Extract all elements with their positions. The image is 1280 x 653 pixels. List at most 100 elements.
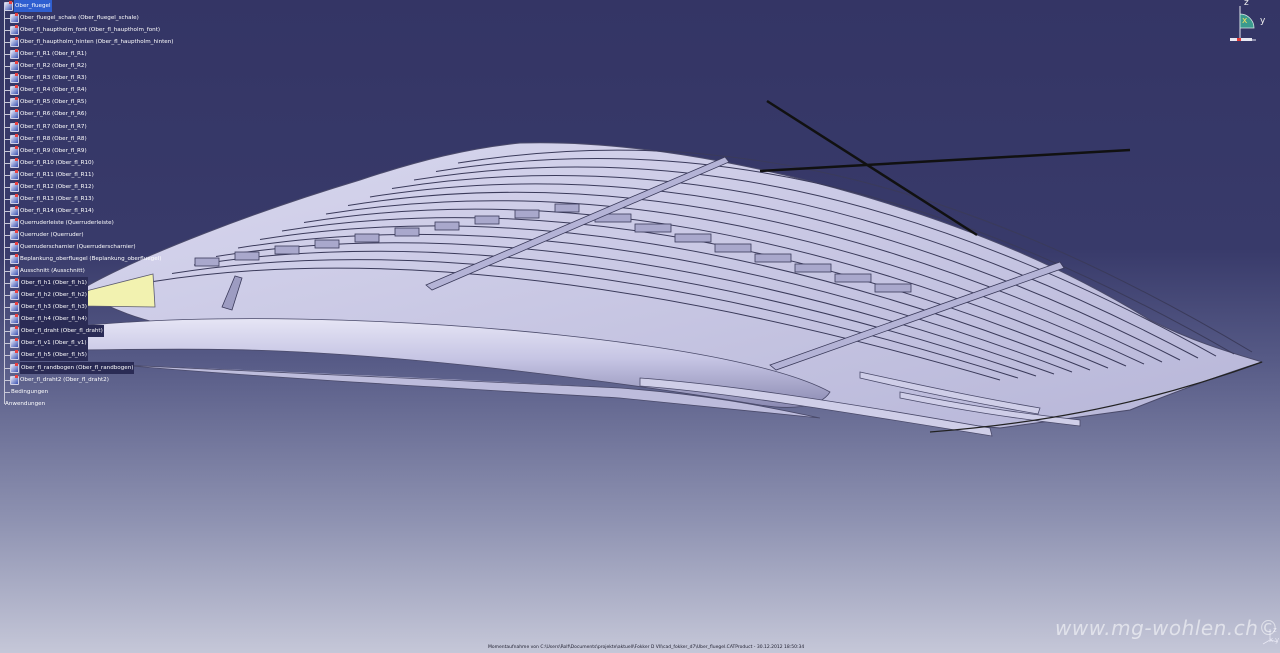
wire-2 [759,148,1131,173]
part-icon [10,49,19,60]
snapshot-caption: Momentaufnahme von C:\Users\Rolf\Documen… [488,645,805,650]
3d-viewport[interactable]: Ober_fluegel Ober_fluegel_schale (Ober_fl… [0,0,1280,653]
tree-node-label: Bedingungen [11,388,49,395]
part-icon [10,326,19,337]
part-icon [10,350,19,361]
part-icon [10,338,19,349]
tree-node[interactable]: Ober_fl_h1 (Ober_fl_h1) [0,277,200,290]
spar-block [554,203,580,213]
tree-node[interactable]: Ober_fl_R9 (Ober_fl_R9) [0,145,200,157]
tree-node[interactable]: Ober_fl_R2 (Ober_fl_R2) [0,60,200,72]
tree-node-label: Ober_fl_draht2 (Ober_fl_draht2) [20,376,109,383]
tree-node[interactable]: Ober_fl_R5 (Ober_fl_R5) [0,96,200,108]
tree-node-label: Ober_fl_h5 (Ober_fl_h5) [20,349,88,362]
part-icon [10,145,19,156]
tree-node[interactable]: Ober_fl_h4 (Ober_fl_h4) [0,313,200,326]
part-icon [10,121,19,132]
tree-node[interactable]: Ober_fl_R3 (Ober_fl_R3) [0,72,200,84]
tree-node-label: Ausschnitt (Ausschnitt) [20,268,85,275]
tree-node[interactable]: Ober_fl_R11 (Ober_fl_R11) [0,169,200,181]
tree-node[interactable]: Ober_fl_R8 (Ober_fl_R8) [0,133,200,145]
tree-node[interactable]: Ausschnitt (Ausschnitt) [0,265,200,277]
tree-node-label: Ober_fl_R3 (Ober_fl_R3) [20,75,87,82]
tree-node[interactable]: Ober_fl_v1 (Ober_fl_v1) [0,337,200,350]
tree-node-label: Querruder (Querruder) [20,231,84,238]
tree-node[interactable]: Ober_fl_R14 (Ober_fl_R14) [0,205,200,217]
spar-block [354,233,380,243]
tree-node[interactable]: Ober_fl_R13 (Ober_fl_R13) [0,193,200,205]
tree-node-label: Beplankung_oberfluegel (Beplankung_oberf… [20,256,162,263]
tree-node[interactable]: Ober_fl_h2 (Ober_fl_h2) [0,289,200,302]
tree-node[interactable]: Ober_fl_R6 (Ober_fl_R6) [0,108,200,120]
spar-block [874,283,912,293]
tree-node[interactable]: Anwendungen [0,398,200,410]
tree-node[interactable]: Ober_fl_draht (Ober_fl_draht) [0,325,200,338]
spar-block [834,273,872,283]
tree-node-label: Ober_fl_R6 (Ober_fl_R6) [20,111,87,118]
tree-node-label: Ober_fl_R2 (Ober_fl_R2) [20,63,87,70]
specification-tree[interactable]: Ober_fluegel Ober_fluegel_schale (Ober_fl… [0,0,200,420]
part-icon [10,25,19,36]
tree-node[interactable]: Ober_fluegel_schale (Ober_fluegel_schale… [0,12,200,24]
tree-node-label: Ober_fluegel_schale (Ober_fluegel_schale… [20,15,139,22]
tree-node-label: Ober_fl_h4 (Ober_fl_h4) [20,313,88,326]
tree-node-label: Ober_fl_R11 (Ober_fl_R11) [20,171,94,178]
tree-node[interactable]: Ober_fl_R1 (Ober_fl_R1) [0,48,200,60]
part-icon [10,217,19,228]
tree-node[interactable]: Ober_fl_R7 (Ober_fl_R7) [0,121,200,133]
compass-widget[interactable]: z x y [1222,0,1280,44]
spar-block [754,253,792,263]
spar-block [794,263,832,273]
tree-node-label: Ober_fl_h2 (Ober_fl_h2) [20,289,88,302]
part-icon [10,61,19,72]
tree-node[interactable]: Bedingungen [0,386,200,398]
tree-node[interactable]: Ober_fl_draht2 (Ober_fl_draht2) [0,374,200,386]
tree-root[interactable]: Ober_fluegel [0,0,200,12]
tree-node-label: Ober_fl_R12 (Ober_fl_R12) [20,183,94,190]
part-icon [10,205,19,216]
tree-node[interactable]: Ober_fl_R10 (Ober_fl_R10) [0,157,200,169]
tree-node[interactable]: Ober_fl_hauptholm_font (Ober_fl_haupthol… [0,24,200,36]
tree-node-label: Querruderscharnier (Querruderscharnier) [20,244,136,250]
spar-block [314,239,340,249]
part-icon [10,157,19,168]
tree-node-label: Ober_fl_R5 (Ober_fl_R5) [20,99,87,106]
compass-z-label: z [1244,0,1249,8]
spar-block [674,233,712,243]
tree-node[interactable]: Ober_fl_h5 (Ober_fl_h5) [0,349,200,362]
part-icon [10,73,19,84]
watermark: www.mg-wohlen.ch© [1055,616,1279,640]
tree-node-label: Ober_fl_R14 (Ober_fl_R14) [20,207,94,214]
tree-node-label: Anwendungen [5,400,46,407]
tree-node[interactable]: Ober_fl_R4 (Ober_fl_R4) [0,84,200,96]
tree-node-label: Ober_fl_R8 (Ober_fl_R8) [20,135,87,142]
part-icon [10,266,19,277]
tree-node-label: Ober_fluegel [14,0,52,12]
compass-icon [1230,6,1256,41]
tree-node[interactable]: Querruderleiste (Querruderleiste) [0,217,200,229]
part-icon [10,290,19,301]
part-icon [10,302,19,313]
tree-node[interactable]: Querruderscharnier (Querruderscharnier) [0,241,200,253]
tree-node-label: Ober_fl_hauptholm_hinten (Ober_fl_haupth… [20,39,174,46]
tree-node[interactable]: Beplankung_oberfluegel (Beplankung_oberf… [0,253,200,265]
part-icon [10,37,19,48]
spar-block [474,215,500,225]
tree-node[interactable]: Ober_fl_randbogen (Ober_fl_randbogen) [0,361,200,374]
part-icon [10,181,19,192]
tree-node[interactable]: Ober_fl_hauptholm_hinten (Ober_fl_haupth… [0,36,200,48]
part-icon [10,109,19,120]
tree-node[interactable]: Querruder (Querruder) [0,229,200,241]
tree-branch-line [4,391,10,393]
tree-node-label: Ober_fl_randbogen (Ober_fl_randbogen) [20,361,135,374]
tree-node[interactable]: Ober_fl_R12 (Ober_fl_R12) [0,181,200,193]
spar-block [274,245,300,255]
compass-x-label: x [1242,16,1248,26]
tree-node[interactable]: Ober_fl_h3 (Ober_fl_h3) [0,301,200,314]
tree-node-label: Ober_fl_draht (Ober_fl_draht) [20,325,104,338]
tree-node-label: Ober_fl_h3 (Ober_fl_h3) [20,301,88,314]
part-icon [10,278,19,289]
compass-y-label: y [1260,16,1266,26]
part-icon [10,193,19,204]
tree-node-label: Ober_fl_R13 (Ober_fl_R13) [20,195,94,202]
